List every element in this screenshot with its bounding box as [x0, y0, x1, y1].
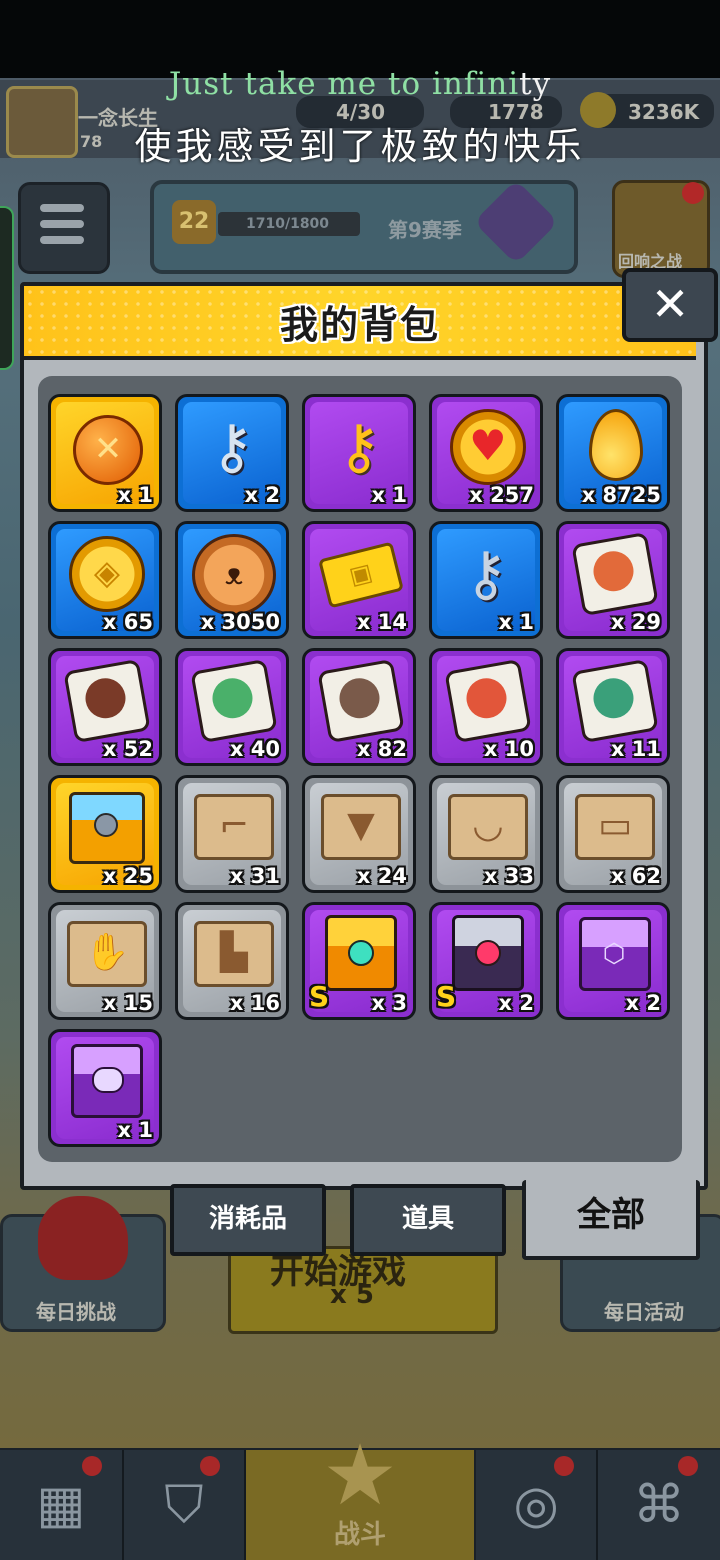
item-quantity: x 2 [625, 991, 661, 1015]
item-quantity: x 11 [610, 737, 661, 761]
item-tier-badge: S [436, 980, 457, 1013]
close-icon: ✕ [650, 277, 690, 331]
tab-props[interactable]: 道具 [350, 1184, 506, 1256]
shield-icon: ⛉ [164, 1475, 204, 1535]
item-quantity: x 15 [102, 991, 153, 1015]
nav-shop[interactable]: ▦ [0, 1450, 124, 1560]
inventory-title: 我的背包 [279, 303, 440, 347]
item-slot-s-chest-teal[interactable]: Sx 3 [302, 902, 416, 1020]
item-slot-necklace-blueprint[interactable]: ◡ x 33 [429, 775, 543, 893]
season-level: 22 [172, 200, 216, 244]
season-progress-text: 1710/1800 [246, 216, 330, 232]
tab-consumables[interactable]: 消耗品 [170, 1184, 326, 1256]
item-quantity: x 40 [229, 737, 280, 761]
item-slot-puzzle-shard-6[interactable]: x 11 [556, 648, 670, 766]
item-quantity: x 8725 [581, 483, 661, 507]
close-button[interactable]: ✕ [622, 268, 718, 342]
item-slot-gold-coin[interactable]: ◈ x 65 [48, 521, 162, 639]
item-quantity: x 52 [102, 737, 153, 761]
item-quantity: x 1 [498, 610, 534, 634]
item-quantity: x 2 [498, 991, 534, 1015]
item-quantity: x 65 [102, 610, 153, 634]
item-slot-purple-hex-chest[interactable]: ⬡ x 2 [556, 902, 670, 1020]
item-slot-orange-chest[interactable]: x 25 [48, 775, 162, 893]
item-slot-gold-drop[interactable]: x 8725 [556, 394, 670, 512]
item-quantity: x 29 [610, 610, 661, 634]
item-quantity: x 31 [229, 864, 280, 888]
item-quantity: x 25 [102, 864, 153, 888]
item-quantity: x 82 [356, 737, 407, 761]
item-slot-weapon-blueprint[interactable]: ⌐ x 31 [175, 775, 289, 893]
item-quantity: x 2 [244, 483, 280, 507]
notification-dot [682, 182, 704, 204]
item-slot-gold-key[interactable]: ⚷ x 1 [302, 394, 416, 512]
scroll-icon: ⌘ [633, 1475, 685, 1535]
item-slot-belt-blueprint[interactable]: ▭ x 62 [556, 775, 670, 893]
item-slot-boots-blueprint[interactable]: ▙ x 16 [175, 902, 289, 1020]
item-quantity: x 16 [229, 991, 280, 1015]
item-quantity: x 1 [117, 1118, 153, 1142]
item-quantity: x 1 [117, 483, 153, 507]
item-quantity: x 3 [371, 991, 407, 1015]
item-quantity: x 1 [371, 483, 407, 507]
item-slot-purple-eye-chest[interactable]: x 1 [48, 1029, 162, 1147]
boxing-glove-icon [38, 1196, 128, 1280]
item-quantity: x 14 [356, 610, 407, 634]
item-slot-orange-token[interactable]: ✕ x 1 [48, 394, 162, 512]
item-quantity: x 10 [483, 737, 534, 761]
item-slot-heart-coin[interactable]: ♥ x 257 [429, 394, 543, 512]
shop-icon: ▦ [36, 1475, 86, 1535]
item-quantity: x 62 [610, 864, 661, 888]
item-slot-armor-blueprint[interactable]: ▼ x 24 [302, 775, 416, 893]
daily-event-label: 每日活动 [604, 1300, 684, 1324]
item-quantity: x 257 [469, 483, 534, 507]
season-name: 第9赛季 [388, 218, 462, 242]
subtitle-line-1: Just take me to infinity [168, 66, 552, 102]
item-slot-puzzle-shard-3[interactable]: x 40 [175, 648, 289, 766]
item-slot-bear-cookie[interactable]: ᴥx 3050 [175, 521, 289, 639]
daily-challenge-label: 每日挑战 [36, 1300, 116, 1324]
nav-talent[interactable]: ⌘ [598, 1450, 720, 1560]
subtitle-line-2: 使我感受到了极致的快乐 [134, 125, 586, 168]
start-game-cost: x 5 [330, 1280, 374, 1310]
item-slot-puzzle-shard-2[interactable]: x 52 [48, 648, 162, 766]
side-drawer-handle[interactable] [0, 206, 14, 370]
item-quantity: x 3050 [200, 610, 280, 634]
item-slot-silver-key[interactable]: ⚷ x 2 [175, 394, 289, 512]
item-quantity: x 33 [483, 864, 534, 888]
menu-button[interactable] [18, 182, 110, 274]
item-slot-glove-blueprint[interactable]: ✋ x 15 [48, 902, 162, 1020]
item-slot-skull-key[interactable]: ⚷ x 1 [429, 521, 543, 639]
item-slot-puzzle-shard-1[interactable]: x 29 [556, 521, 670, 639]
menu-icon [40, 204, 84, 212]
item-tier-badge: S [309, 980, 330, 1013]
item-slot-s-chest-dark[interactable]: Sx 2 [429, 902, 543, 1020]
tab-all[interactable]: 全部 [522, 1180, 700, 1260]
nav-skills[interactable]: ◎ [476, 1450, 598, 1560]
item-slot-puzzle-shard-5[interactable]: x 10 [429, 648, 543, 766]
nav-battle-label: 战斗 [333, 1520, 386, 1550]
orb-icon: ◎ [513, 1475, 559, 1535]
item-quantity: x 24 [356, 864, 407, 888]
nav-equipment[interactable]: ⛉ [124, 1450, 246, 1560]
item-slot-gold-ticket[interactable]: ▣ x 14 [302, 521, 416, 639]
item-slot-puzzle-shard-4[interactable]: x 82 [302, 648, 416, 766]
